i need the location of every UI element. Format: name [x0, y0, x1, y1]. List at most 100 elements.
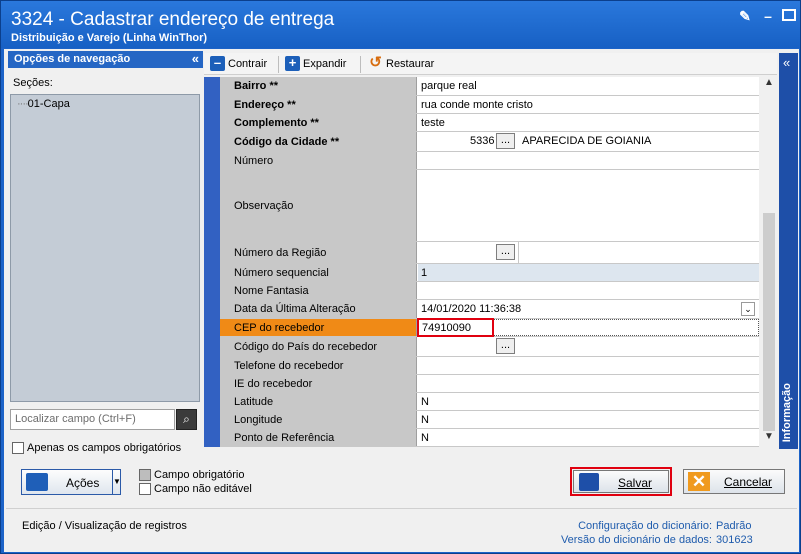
- chevron-down-icon[interactable]: ⌄: [741, 302, 755, 316]
- edit-icon[interactable]: ✎: [738, 9, 752, 23]
- app-window: 3324 - Cadastrar endereço de entrega Dis…: [0, 0, 801, 554]
- save-button[interactable]: Salvar: [573, 470, 669, 493]
- legend-readonly: Campo não editável: [139, 483, 252, 496]
- data-alteracao-field[interactable]: 14/01/2020 11:36:38 ⌄: [418, 300, 759, 318]
- required-swatch-icon: [139, 469, 151, 482]
- row-complemento: Complemento ** teste: [220, 114, 759, 132]
- search-icon[interactable]: ⌕: [176, 409, 197, 430]
- floppy-disk-icon: [579, 473, 599, 491]
- field-label: Código do País do recebedor: [220, 337, 417, 356]
- legend-readonly-label: Campo não editável: [154, 483, 252, 495]
- field-label: Latitude: [220, 393, 417, 410]
- telefone-field[interactable]: [418, 357, 759, 374]
- restore-label: Restaurar: [386, 57, 435, 70]
- ponto-referencia-field[interactable]: N: [418, 429, 759, 446]
- latitude-field[interactable]: N: [418, 393, 759, 410]
- observacao-field[interactable]: [418, 170, 759, 241]
- dropdown-arrow-icon[interactable]: ▼: [112, 470, 121, 494]
- numero-regiao-field[interactable]: ...: [418, 242, 759, 263]
- field-label: Endereço **: [220, 96, 417, 113]
- minimize-icon[interactable]: –: [761, 9, 775, 23]
- legend-required: Campo obrigatório: [139, 469, 245, 482]
- numero-sequencial-field: 1: [418, 264, 759, 281]
- scroll-up-icon[interactable]: ▲: [761, 77, 777, 93]
- field-label: Ponto de Referência: [220, 429, 417, 446]
- ie-field[interactable]: [418, 375, 759, 392]
- country-lookup-button[interactable]: ...: [496, 338, 515, 354]
- field-label: Complemento **: [220, 114, 417, 131]
- codigo-pais-field[interactable]: ...: [418, 337, 759, 356]
- field-label: CEP do recebedor: [220, 319, 417, 336]
- field-search-input[interactable]: Localizar campo (Ctrl+F): [10, 409, 175, 430]
- field-label: Código da Cidade **: [220, 132, 417, 151]
- scroll-down-icon[interactable]: ▼: [761, 431, 777, 447]
- scroll-thumb[interactable]: [763, 213, 775, 431]
- actions-label: Ações: [66, 476, 100, 490]
- field-label: Longitude: [220, 411, 417, 428]
- row-observacao: Observação: [220, 170, 759, 242]
- grid-gutter: [204, 77, 220, 447]
- complemento-field[interactable]: teste: [418, 114, 759, 131]
- minus-icon: –: [210, 56, 225, 71]
- maximize-icon[interactable]: [782, 9, 796, 21]
- dict-version-label: Versão do dicionário de dados:: [560, 534, 712, 546]
- row-latitude: Latitude N: [220, 393, 759, 411]
- row-telefone: Telefone do recebedor: [220, 357, 759, 375]
- row-codigo-cidade: Código da Cidade ** 5336 ... APARECIDA D…: [220, 132, 759, 152]
- actions-button[interactable]: Ações ▼: [21, 469, 121, 495]
- row-ie: IE do recebedor: [220, 375, 759, 393]
- row-endereco: Endereço ** rua conde monte cristo: [220, 96, 759, 114]
- endereco-field[interactable]: rua conde monte cristo: [418, 96, 759, 113]
- dict-config-value: Padrão: [716, 520, 752, 532]
- cell-divider: [518, 242, 519, 263]
- nome-fantasia-field[interactable]: [418, 282, 759, 299]
- section-tree: ····01-Capa: [10, 94, 200, 402]
- row-numero-sequencial: Número sequencial 1: [220, 264, 759, 282]
- expand-button[interactable]: + Expandir: [285, 56, 346, 71]
- tree-item-capa[interactable]: ····01-Capa: [17, 98, 70, 110]
- restore-button[interactable]: ↺ Restaurar: [368, 55, 435, 71]
- city-code: 5336: [470, 135, 495, 147]
- expand-info-icon[interactable]: «: [783, 55, 790, 70]
- expand-label: Expandir: [303, 57, 347, 70]
- field-label: Número: [220, 152, 417, 169]
- field-label: Número sequencial: [220, 264, 417, 281]
- plus-icon: +: [285, 56, 300, 71]
- readonly-swatch-icon: [139, 483, 151, 496]
- cancel-button[interactable]: ✕ Cancelar: [683, 469, 785, 494]
- field-label: Telefone do recebedor: [220, 357, 417, 374]
- field-label: Número da Região: [220, 242, 417, 263]
- city-name: APARECIDA DE GOIANIA: [522, 135, 652, 147]
- grid-scrollbar[interactable]: ▲ ▼: [761, 77, 777, 447]
- checkbox-box[interactable]: [12, 442, 24, 455]
- row-data-alteracao: Data da Última Alteração 14/01/2020 11:3…: [220, 300, 759, 319]
- property-grid: Bairro ** parque real Endereço ** rua co…: [204, 77, 759, 447]
- title-bar: 3324 - Cadastrar endereço de entrega Dis…: [1, 1, 800, 48]
- client-area: Opções de navegação « Seções: ····01-Cap…: [4, 49, 799, 552]
- codigo-cidade-field[interactable]: 5336 ... APARECIDA DE GOIANIA: [418, 132, 759, 151]
- region-lookup-button[interactable]: ...: [496, 244, 515, 260]
- bairro-field[interactable]: parque real: [418, 77, 759, 95]
- toolbar-divider: [360, 56, 361, 73]
- numero-field[interactable]: [418, 152, 759, 169]
- collapse-button[interactable]: – Contrair: [210, 56, 267, 71]
- collapse-nav-icon[interactable]: «: [192, 51, 199, 66]
- row-nome-fantasia: Nome Fantasia: [220, 282, 759, 300]
- data-alteracao-value: 14/01/2020 11:36:38: [421, 303, 522, 315]
- row-longitude: Longitude N: [220, 411, 759, 429]
- city-lookup-button[interactable]: ...: [496, 133, 515, 149]
- row-bairro: Bairro ** parque real: [220, 77, 759, 96]
- dict-version-value: 301623: [716, 534, 753, 546]
- longitude-field[interactable]: N: [418, 411, 759, 428]
- tree-connector-icon: ····: [17, 98, 29, 110]
- info-side-tab[interactable]: « Informação: [779, 53, 798, 449]
- window-subtitle: Distribuição e Varejo (Linha WinThor): [11, 32, 208, 44]
- row-numero: Número: [220, 152, 759, 170]
- row-codigo-pais: Código do País do recebedor ...: [220, 337, 759, 357]
- toolbar-divider: [278, 56, 279, 73]
- only-required-checkbox[interactable]: Apenas os campos obrigatórios: [12, 442, 181, 455]
- nav-header: Opções de navegação «: [8, 51, 203, 68]
- field-label: Nome Fantasia: [220, 282, 417, 299]
- row-numero-regiao: Número da Região ...: [220, 242, 759, 264]
- grid-toolbar: – Contrair + Expandir ↺ Restaurar: [204, 53, 777, 75]
